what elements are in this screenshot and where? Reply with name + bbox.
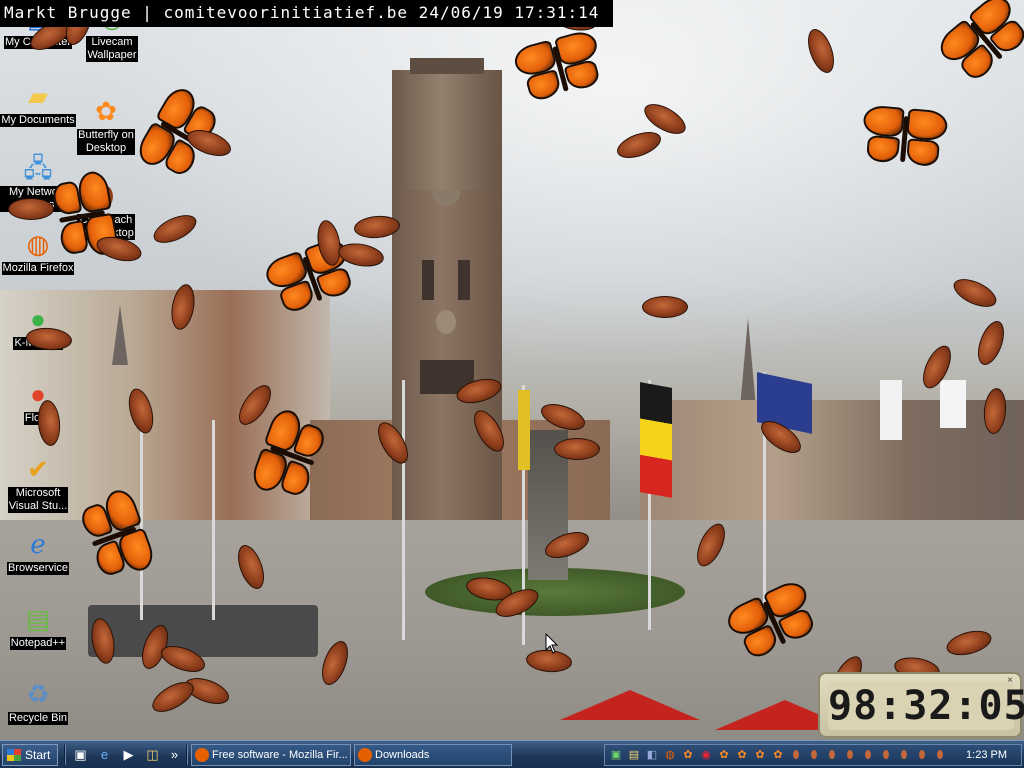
yellow-flag (518, 390, 530, 470)
cockroach-tray-icon[interactable]: ⬮ (843, 748, 857, 762)
cockroach-sprite (554, 438, 600, 460)
cockroach-tray-icon[interactable]: ⬮ (861, 748, 875, 762)
taskbar-button-downloads[interactable]: Downloads (354, 744, 512, 766)
desktop-icon-label: Notepad++ (9, 637, 67, 650)
visual-studio-icon: ✔ (27, 454, 49, 484)
internet-explorer-icon: ℯ (30, 529, 46, 559)
tray-clock[interactable]: 1:23 PM (966, 745, 1007, 765)
cockroach-tray-icon[interactable]: ⬮ (897, 748, 911, 762)
white-flag (940, 380, 966, 428)
white-flag (880, 380, 902, 440)
butterfly-tray-icon[interactable]: ✿ (681, 748, 695, 762)
taskbar-separator (186, 745, 188, 765)
tray-app-icon[interactable]: ▤ (627, 748, 641, 762)
desktop-icon-label: Butterfly on Desktop (77, 129, 135, 155)
wallpaper-spire (112, 305, 128, 365)
wallpaper-spire (740, 318, 756, 408)
cockroach-sprite (8, 198, 54, 220)
market-umbrella (560, 690, 700, 720)
tray-app-icon[interactable]: ◉ (699, 748, 713, 762)
system-tray: ▣ ▤ ◧ ◍ ✿ ◉ ✿ ✿ ✿ ✿ ⬮ ⬮ ⬮ ⬮ ⬮ ⬮ ⬮ ⬮ ⬮ 1:… (604, 744, 1022, 766)
desktop-clock-widget[interactable]: 98:32:05 × (818, 672, 1024, 738)
start-button[interactable]: Start (2, 744, 58, 766)
desktop-icon-label: Microsoft Visual Stu... (7, 487, 69, 513)
cockroach-tray-icon[interactable]: ⬮ (807, 748, 821, 762)
wallpaper-belfry-top (402, 70, 492, 190)
taskbar-button-label: Free software - Mozilla Fir... (212, 749, 348, 761)
desktop-icon-label: My Documents (0, 114, 76, 127)
firefox-icon (358, 748, 372, 762)
butterfly-tray-icon[interactable]: ✿ (717, 748, 731, 762)
tray-app-icon[interactable]: ◧ (645, 748, 659, 762)
butterfly-tray-icon[interactable]: ✿ (753, 748, 767, 762)
taskbar-button-firefox[interactable]: Free software - Mozilla Fir... (191, 744, 351, 766)
quick-launch-overflow-button[interactable]: » (166, 746, 183, 763)
butterfly-tray-icon[interactable]: ✿ (771, 748, 785, 762)
recycle-bin-icon: ♻ (26, 679, 50, 709)
desktop-icon-browservice[interactable]: ℯ Browservice (0, 528, 76, 575)
firefox-icon (195, 748, 209, 762)
notepad-plus-icon: ▤ (25, 604, 51, 634)
desktop-icon-label: Recycle Bin (7, 712, 69, 725)
wallpaper-bus (88, 605, 318, 657)
tray-app-icon[interactable]: ◍ (663, 748, 677, 762)
start-label: Start (25, 748, 51, 762)
taskbar-button-label: Downloads (375, 749, 430, 761)
folder-icon: ▰ (28, 81, 48, 111)
butterfly-sprite (855, 104, 952, 174)
cockroach-tray-icon[interactable]: ⬮ (825, 748, 839, 762)
desktop-icon-label: Livecam Wallpaper (86, 36, 138, 62)
desktop-icon-butterfly-on-desktop[interactable]: ✿ Butterfly on Desktop (68, 95, 144, 155)
windows-logo-icon (7, 749, 21, 761)
cockroach-tray-icon[interactable]: ⬮ (789, 748, 803, 762)
media-player-icon[interactable]: ▶ (120, 746, 137, 763)
cockroach-tray-icon[interactable]: ⬮ (915, 748, 929, 762)
flag-pole (212, 420, 215, 620)
butterfly-tray-icon[interactable]: ✿ (735, 748, 749, 762)
desktop-icon-label: Browservice (7, 562, 69, 575)
close-icon[interactable]: × (1004, 676, 1016, 688)
cockroach-sprite (642, 296, 688, 318)
cockroach-tray-icon[interactable]: ⬮ (933, 748, 947, 762)
desktop-icon-my-documents[interactable]: ▰ My Documents (0, 80, 76, 127)
cockroach-tray-icon[interactable]: ⬮ (879, 748, 893, 762)
show-desktop-icon[interactable]: ▣ (72, 746, 89, 763)
desktop-icon-visual-studio[interactable]: ✔ Microsoft Visual Stu... (0, 453, 76, 513)
wallpaper-building-row (640, 400, 1024, 540)
belgian-flag (640, 382, 672, 498)
desktop-icon-notepad-plus-plus[interactable]: ▤ Notepad++ (0, 603, 76, 650)
taskbar-separator (64, 745, 66, 765)
mouse-pointer-icon (545, 633, 559, 654)
clock-time: 98:32:05 (828, 682, 1024, 730)
butterfly-icon: ✿ (95, 96, 117, 126)
desktop: 🖳 My Computer ◉ Livecam Wallpaper ▰ My D… (0, 0, 1024, 740)
desktop-icon-recycle-bin[interactable]: ♻ Recycle Bin (0, 678, 76, 725)
explorer-icon[interactable]: ◫ (144, 746, 161, 763)
internet-explorer-icon[interactable]: e (96, 746, 113, 763)
taskbar: Start ▣ e ▶ ◫ » Free software - Mozilla … (0, 740, 1024, 768)
tray-app-icon[interactable]: ▣ (609, 748, 623, 762)
flag-pole (402, 380, 405, 640)
wallpaper-belfry-roof (410, 58, 484, 74)
webcam-caption: Markt Brugge | comitevoorinitiatief.be 2… (0, 0, 614, 27)
firefox-icon: ◍ (26, 229, 50, 259)
